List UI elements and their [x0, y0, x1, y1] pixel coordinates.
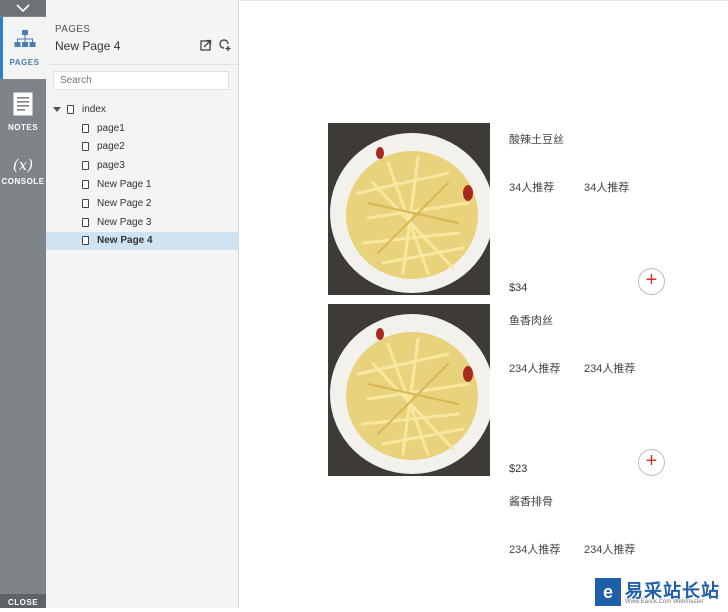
tree-item-label: page3 — [97, 160, 125, 172]
watermark-logo-icon: e — [595, 578, 621, 606]
pages-panel: PAGES New Page 4 index page1 page2 — [46, 0, 239, 608]
add-page-icon[interactable] — [219, 39, 231, 51]
page-icon — [82, 142, 89, 152]
tree-item-new-page-4[interactable]: New Page 4 — [46, 231, 238, 251]
panel-kicker: PAGES — [55, 24, 91, 35]
tree-item-label: New Page 1 — [97, 179, 152, 191]
page-icon — [82, 180, 89, 190]
variable-icon: (x) — [12, 156, 34, 174]
rail-tab-notes[interactable]: NOTES — [0, 92, 46, 132]
item-name: 酱香排骨 — [509, 496, 553, 508]
food-image — [328, 304, 490, 476]
item-name: 鱼香肉丝 — [509, 315, 553, 327]
caret-down-icon[interactable] — [53, 106, 61, 112]
item-name: 酸辣土豆丝 — [509, 134, 564, 146]
tree-item-label: page1 — [97, 122, 125, 134]
rail-tab-pages[interactable]: PAGES — [0, 17, 46, 79]
rail-pages-label: PAGES — [9, 58, 40, 67]
sitemap-icon — [14, 30, 35, 47]
tree-item-new-page-1[interactable]: New Page 1 — [46, 175, 238, 194]
search-input[interactable] — [53, 71, 229, 90]
recommend-count: 234人推荐 — [584, 363, 636, 375]
recommend-count: 234人推荐 — [509, 363, 561, 375]
page-icon — [67, 104, 74, 114]
close-button[interactable]: CLOSE — [0, 594, 46, 608]
watermark: e 易采站长站 Www.Easck.Com Webmaster — [593, 576, 728, 608]
watermark-url: Www.Easck.Com Webmaster — [625, 599, 704, 605]
chevron-down-icon — [16, 4, 30, 12]
rail-console-label: CONSOLE — [1, 177, 45, 186]
tree-item-new-page-2[interactable]: New Page 2 — [46, 194, 238, 213]
item-price: $34 — [509, 282, 528, 294]
item-price: $23 — [509, 463, 528, 475]
left-rail: PAGES NOTES (x) CONSOLE CLOSE — [0, 0, 46, 608]
rail-tab-console[interactable]: (x) CONSOLE — [0, 156, 46, 186]
tree-item-page2[interactable]: page2 — [46, 138, 238, 157]
pages-panel-header: PAGES New Page 4 — [46, 0, 238, 65]
page-icon — [82, 236, 89, 246]
page-icon — [82, 198, 89, 208]
notes-icon — [13, 92, 33, 116]
page-icon — [82, 123, 89, 133]
export-icon[interactable] — [200, 39, 212, 51]
page-tree: index page1 page2 page3 New Page 1 New P… — [46, 100, 238, 251]
page-icon — [82, 161, 89, 171]
rail-notes-label: NOTES — [7, 123, 39, 132]
tree-item-new-page-3[interactable]: New Page 3 — [46, 213, 238, 232]
tree-item-label: New Page 2 — [97, 197, 152, 209]
tree-item-index[interactable]: index — [46, 100, 238, 119]
recommend-count: 234人推荐 — [584, 544, 636, 556]
page-canvas: 酸辣土豆丝 34人推荐 34人推荐 $34 + 鱼香肉丝 234人推荐 234人… — [239, 0, 728, 609]
recommend-count: 34人推荐 — [509, 182, 555, 194]
tree-item-page1[interactable]: page1 — [46, 119, 238, 138]
recommend-count: 34人推荐 — [584, 182, 630, 194]
tree-item-label: New Page 3 — [97, 216, 152, 228]
tree-item-label: page2 — [97, 141, 125, 153]
food-image — [328, 123, 490, 295]
add-to-cart-button[interactable]: + — [638, 449, 665, 476]
tree-item-label: index — [82, 103, 106, 115]
tree-item-label: New Page 4 — [97, 235, 153, 247]
recommend-count: 234人推荐 — [509, 544, 561, 556]
tree-item-page3[interactable]: page3 — [46, 156, 238, 175]
page-icon — [82, 217, 89, 227]
collapse-toggle[interactable] — [0, 0, 46, 16]
add-to-cart-button[interactable]: + — [638, 268, 665, 295]
page-title: New Page 4 — [55, 39, 121, 53]
